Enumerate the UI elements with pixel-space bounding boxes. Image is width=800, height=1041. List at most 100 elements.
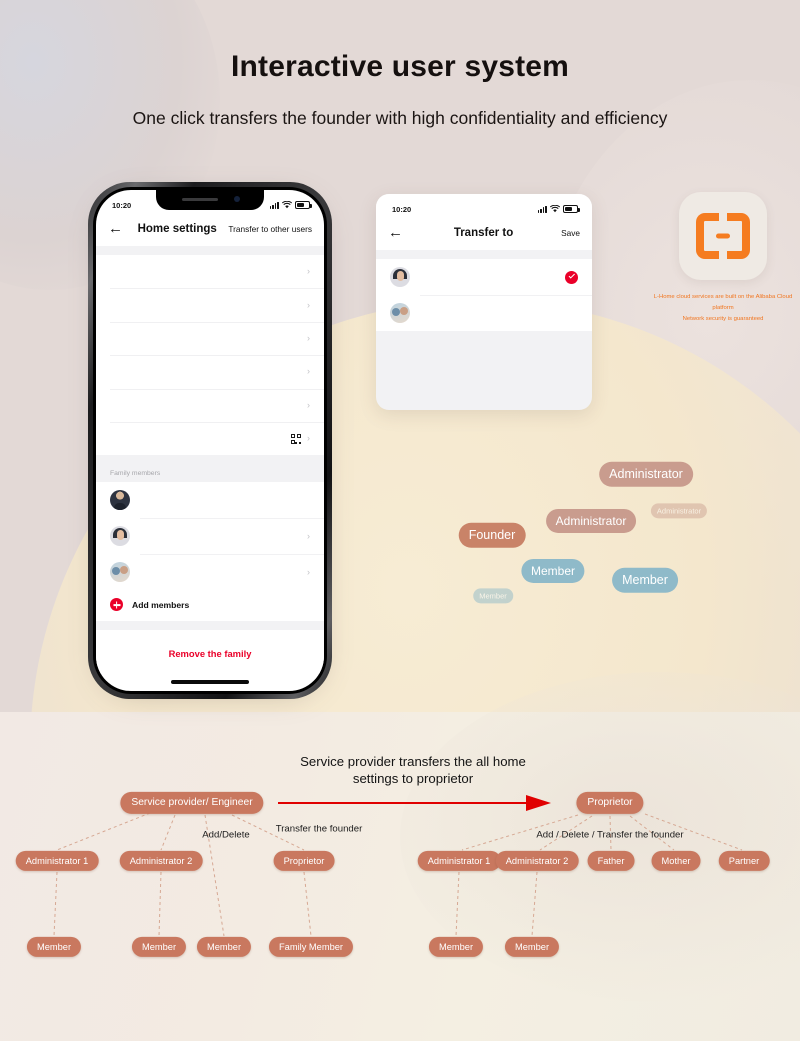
logo-right-bracket xyxy=(727,213,750,259)
chevron-right-icon: › xyxy=(307,530,310,541)
l-home-brand-icon xyxy=(679,192,767,280)
member-text xyxy=(139,499,310,501)
floating-role-pill: Administrator xyxy=(599,461,693,487)
chevron-right-icon: › xyxy=(307,299,310,310)
chevron-right-icon: › xyxy=(307,366,310,377)
logo-caption-line2: Network security is guaranteed xyxy=(682,316,764,323)
add-members-button[interactable]: Add members xyxy=(96,590,324,622)
status-icons xyxy=(269,201,312,209)
status-time: 10:20 xyxy=(112,200,132,210)
settings-row[interactable]: › xyxy=(96,388,324,422)
diagram-node: Administrator 2 xyxy=(495,850,579,872)
front-camera-icon xyxy=(234,196,240,202)
section-divider-2 xyxy=(96,455,324,465)
diagram-node: Member xyxy=(428,936,484,958)
chevron-right-icon: › xyxy=(307,399,310,410)
diagram-node: Partner xyxy=(718,850,770,872)
card2-divider xyxy=(376,250,592,259)
back-arrow-icon[interactable]: ← xyxy=(388,225,406,240)
transfer-target-row[interactable] xyxy=(376,295,592,331)
back-arrow-icon[interactable]: ← xyxy=(108,221,126,236)
avatar xyxy=(110,526,130,547)
logo-caption-line1: L-Home cloud services are built on the A… xyxy=(653,294,793,312)
section-divider-3 xyxy=(96,621,324,631)
diagram-node: Proprietor xyxy=(273,850,335,872)
chevron-right-icon: › xyxy=(307,332,310,343)
battery-icon xyxy=(563,205,580,213)
family-members-section-title: Family members xyxy=(96,464,324,483)
chevron-right-icon: › xyxy=(307,266,310,277)
role-hierarchy-diagram: Service provider transfers the all home … xyxy=(0,712,800,1041)
avatar xyxy=(110,562,130,583)
logo-center-bar xyxy=(716,233,730,239)
member-text xyxy=(419,276,565,278)
settings-row[interactable]: › xyxy=(96,421,324,456)
card2-navbar: ← Transfer to Save xyxy=(376,218,592,250)
floating-role-pill: Member xyxy=(612,567,678,593)
member-text xyxy=(419,312,578,314)
diagram-node: Mother xyxy=(651,850,701,872)
avatar xyxy=(110,490,130,511)
logo-mark xyxy=(696,213,750,259)
remove-family-button[interactable]: Remove the family xyxy=(96,630,324,675)
diagram-node: Service provider/ Engineer xyxy=(120,791,264,815)
diagram-node: Father xyxy=(587,850,635,872)
diagram-node: Member xyxy=(504,936,560,958)
diagram-edge-label: Add / Delete / Transfer the founder xyxy=(536,829,684,841)
diagram-edge-label: Transfer the founder xyxy=(275,823,363,835)
family-member-list: › › xyxy=(96,482,324,591)
signal-bars-icon xyxy=(537,205,547,213)
member-text xyxy=(139,571,307,573)
floating-role-pill: Member xyxy=(473,588,513,604)
settings-row[interactable]: › xyxy=(96,255,324,289)
family-member-row[interactable]: › xyxy=(96,554,324,591)
settings-row[interactable]: › xyxy=(96,321,324,356)
qr-code-icon xyxy=(291,433,301,444)
brand-logo-block: L-Home cloud services are built on the A… xyxy=(648,192,798,326)
wifi-icon xyxy=(282,201,292,209)
home-indicator[interactable] xyxy=(171,680,249,684)
diagram-node: Administrator 1 xyxy=(417,850,501,872)
diagram-headline: Service provider transfers the all home … xyxy=(300,754,526,786)
diagram-node: Member xyxy=(196,936,252,958)
section-divider xyxy=(96,246,324,255)
transfer-to-screen-card: 10:20 ← Transfer to Save xyxy=(376,194,592,410)
transfer-arrow xyxy=(278,795,551,811)
phone-screen: 10:20 ← Home settings Transfer to other … xyxy=(96,190,324,691)
transfer-target-row[interactable] xyxy=(376,259,592,295)
diagram-node: Administrator 2 xyxy=(119,850,203,872)
phone-frame: 10:20 ← Home settings Transfer to other … xyxy=(88,182,332,699)
selected-check-icon[interactable] xyxy=(565,270,578,284)
phone-notch xyxy=(156,190,264,210)
floating-role-pill: Administrator xyxy=(650,503,708,519)
phone-navbar: ← Home settings Transfer to other users xyxy=(96,214,324,246)
card2-status-icons xyxy=(537,205,580,213)
phone-bezel: 10:20 ← Home settings Transfer to other … xyxy=(93,187,327,694)
earpiece-speaker-icon xyxy=(182,198,218,201)
floating-role-pill: Founder xyxy=(458,522,526,548)
floating-role-pill: Administrator xyxy=(546,508,636,534)
plus-circle-icon xyxy=(110,598,123,612)
diagram-node: Member xyxy=(26,936,82,958)
save-button[interactable]: Save xyxy=(561,228,580,238)
family-member-row[interactable] xyxy=(96,482,324,519)
add-members-label: Add members xyxy=(132,599,190,610)
wifi-icon xyxy=(550,205,560,213)
avatar xyxy=(390,303,410,323)
diagram-node: Administrator 1 xyxy=(15,850,99,872)
settings-row[interactable]: › xyxy=(96,355,324,389)
transfer-to-other-users-button[interactable]: Transfer to other users xyxy=(228,224,312,234)
home-settings-list: › › › › › › xyxy=(96,255,324,456)
settings-row[interactable]: › xyxy=(96,288,324,322)
phone-mockup: 10:20 ← Home settings Transfer to other … xyxy=(88,182,332,699)
remove-family-label: Remove the family xyxy=(168,648,252,660)
logo-caption: L-Home cloud services are built on the A… xyxy=(648,292,798,326)
transfer-target-list xyxy=(376,259,592,331)
family-member-row[interactable]: › xyxy=(96,518,324,555)
screen-title: Home settings xyxy=(137,222,217,235)
diagram-edge-label: Add/Delete xyxy=(202,829,250,841)
card2-status-time: 10:20 xyxy=(392,204,412,214)
battery-icon xyxy=(295,201,312,209)
card2-status-bar: 10:20 xyxy=(376,194,592,218)
diagram-node: Family Member xyxy=(268,936,354,958)
